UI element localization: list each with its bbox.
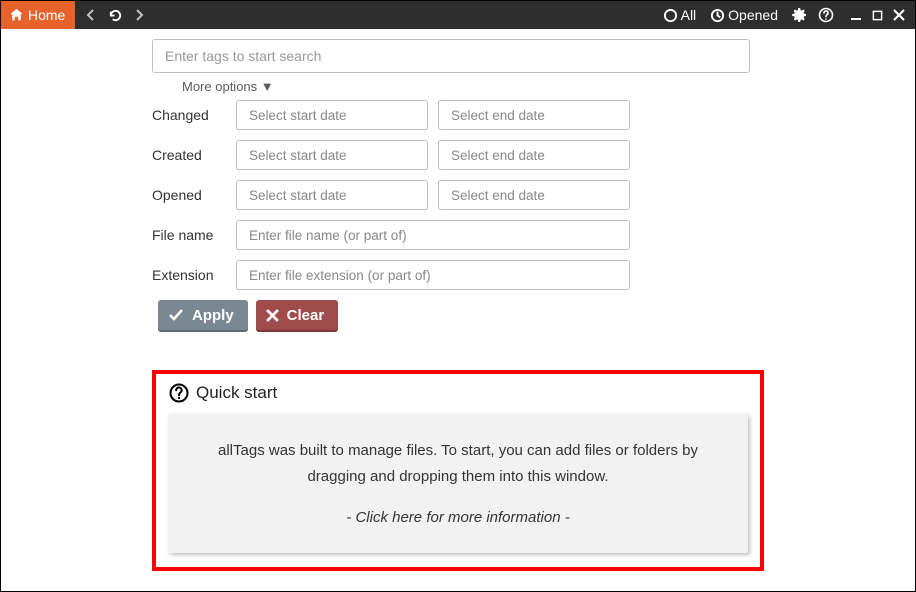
minimize-icon	[850, 9, 862, 21]
extension-row: Extension	[152, 260, 915, 290]
filter-buttons: Apply Clear	[158, 300, 915, 330]
help-icon	[818, 7, 834, 23]
more-options-toggle[interactable]: More options ▼	[182, 79, 274, 94]
home-button[interactable]: Home	[1, 1, 75, 29]
quick-start-header: Quick start	[168, 382, 748, 404]
apply-label: Apply	[192, 307, 234, 324]
quick-start-panel[interactable]: allTags was built to manage files. To st…	[168, 414, 748, 553]
opened-row: Opened	[152, 180, 915, 210]
changed-end-input[interactable]	[438, 100, 630, 130]
maximize-icon	[872, 10, 883, 21]
home-icon	[9, 8, 24, 22]
reload-button[interactable]	[103, 3, 127, 27]
created-start-input[interactable]	[236, 140, 428, 170]
close-button[interactable]	[888, 1, 915, 29]
apply-button[interactable]: Apply	[158, 300, 248, 330]
changed-row: Changed	[152, 100, 915, 130]
question-icon	[168, 382, 190, 404]
opened-end-input[interactable]	[438, 180, 630, 210]
x-icon	[266, 309, 279, 322]
forward-button[interactable]	[127, 3, 151, 27]
search-section: More options ▼	[152, 39, 750, 100]
titlebar: Home All Opened	[1, 1, 915, 29]
quick-start-highlight: Quick start allTags was built to manage …	[152, 370, 764, 571]
home-label: Home	[28, 7, 65, 23]
settings-button[interactable]	[787, 1, 813, 29]
quick-start-more: - Click here for more information -	[198, 505, 718, 531]
chevron-left-icon	[86, 9, 96, 21]
back-button[interactable]	[79, 3, 103, 27]
filters-section: Changed Created Opened File name Extensi…	[152, 100, 915, 290]
clear-label: Clear	[287, 307, 325, 324]
check-icon	[168, 308, 184, 322]
extension-input[interactable]	[236, 260, 630, 290]
changed-label: Changed	[152, 107, 236, 123]
quick-start-title: Quick start	[196, 383, 277, 403]
created-label: Created	[152, 147, 236, 163]
filename-label: File name	[152, 227, 236, 243]
minimize-button[interactable]	[845, 1, 867, 29]
maximize-button[interactable]	[867, 1, 888, 29]
created-end-input[interactable]	[438, 140, 630, 170]
filter-all-label: All	[681, 7, 697, 23]
help-button[interactable]	[813, 1, 839, 29]
created-row: Created	[152, 140, 915, 170]
reload-icon	[108, 8, 123, 23]
opened-label: Opened	[152, 187, 236, 203]
circle-icon	[663, 8, 678, 23]
opened-start-input[interactable]	[236, 180, 428, 210]
filter-opened-button[interactable]: Opened	[705, 1, 783, 29]
more-options-label: More options ▼	[182, 79, 274, 94]
filter-opened-label: Opened	[728, 7, 778, 23]
filter-all-button[interactable]: All	[658, 1, 702, 29]
chevron-right-icon	[134, 9, 144, 21]
clock-icon	[710, 8, 725, 23]
filename-row: File name	[152, 220, 915, 250]
tag-search-input[interactable]	[152, 39, 750, 73]
filename-input[interactable]	[236, 220, 630, 250]
extension-label: Extension	[152, 267, 236, 283]
titlebar-right: All Opened	[658, 1, 915, 29]
changed-start-input[interactable]	[236, 100, 428, 130]
gear-icon	[792, 7, 808, 23]
clear-button[interactable]: Clear	[256, 300, 339, 330]
nav-buttons	[79, 3, 151, 27]
close-icon	[893, 9, 905, 21]
quick-start-body: allTags was built to manage files. To st…	[198, 438, 718, 489]
